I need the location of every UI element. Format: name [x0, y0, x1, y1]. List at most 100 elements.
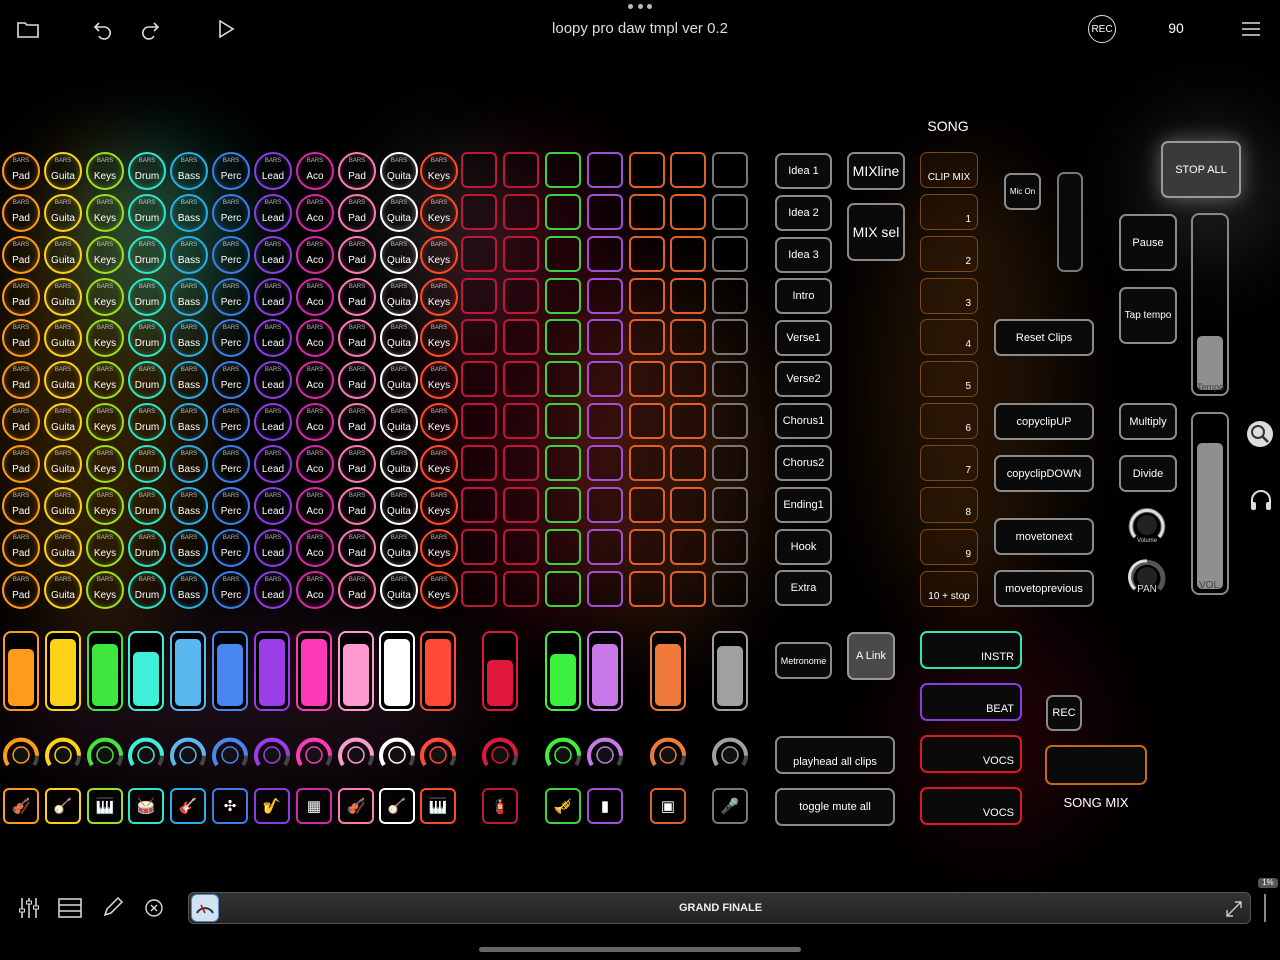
pad-cell[interactable]: BARS Keys [86, 529, 124, 567]
drum-icon[interactable]: 🥁 [128, 788, 164, 824]
clip-cell[interactable] [587, 152, 623, 188]
pad-cell[interactable]: BARS Lead [254, 152, 292, 190]
clip-cell[interactable] [629, 487, 665, 523]
pan-knob[interactable]: PAN [1127, 557, 1167, 597]
pad-cell[interactable]: BARS Lead [254, 361, 292, 399]
expand-icon[interactable] [1225, 900, 1243, 918]
clip-cell[interactable] [670, 278, 706, 314]
piano-icon[interactable]: 🎹 [87, 788, 123, 824]
pad-cell[interactable]: BARS Lead [254, 278, 292, 316]
song-part-button[interactable]: Idea 2 [775, 195, 832, 231]
song-part-button[interactable]: Hook [775, 529, 832, 565]
clip-cell[interactable] [503, 361, 539, 397]
pad-cell[interactable]: BARS Pad [338, 445, 376, 483]
pad-cell[interactable]: BARS Bass [170, 361, 208, 399]
clip-cell[interactable] [461, 194, 497, 230]
pad-cell[interactable]: BARS Quita [380, 403, 418, 441]
track-knob[interactable] [377, 734, 417, 774]
clip-cell[interactable] [545, 361, 581, 397]
pad-cell[interactable]: BARS Bass [170, 194, 208, 232]
pad-cell[interactable]: BARS Perc [212, 152, 250, 190]
trumpet-icon[interactable]: 🎺 [545, 788, 581, 824]
pad-cell[interactable]: BARS Keys [420, 487, 458, 525]
pad-cell[interactable]: BARS Guita [44, 445, 82, 483]
pad-cell[interactable]: BARS Quita [380, 319, 418, 357]
pad-cell[interactable]: BARS Pad [338, 319, 376, 357]
tempo-slider[interactable]: Tempo [1191, 213, 1229, 396]
track-fader[interactable] [338, 631, 374, 711]
pad-cell[interactable]: BARS Quita [380, 445, 418, 483]
pad-cell[interactable]: BARS Guita [44, 487, 82, 525]
pad-cell[interactable]: BARS Drum [128, 194, 166, 232]
clip-cell[interactable] [503, 487, 539, 523]
mixer-icon[interactable] [17, 896, 41, 920]
reset-clips-button[interactable]: Reset Clips [994, 319, 1094, 356]
track-knob[interactable] [543, 734, 583, 774]
pad-cell[interactable]: BARS Guita [44, 571, 82, 609]
copyclip-down-button[interactable]: copyclipDOWN [994, 455, 1094, 492]
clip-cell[interactable] [629, 529, 665, 565]
instr-button[interactable]: INSTR [920, 631, 1022, 669]
clip-cell[interactable] [461, 236, 497, 272]
pad-cell[interactable]: BARS Pad [338, 529, 376, 567]
pad-cell[interactable]: BARS Drum [128, 571, 166, 609]
clip-cell[interactable] [712, 487, 748, 523]
song-slot[interactable]: 6 [920, 403, 978, 439]
clip-cell[interactable] [629, 319, 665, 355]
pad-cell[interactable]: BARS Pad [338, 571, 376, 609]
track-knob[interactable] [126, 734, 166, 774]
pad-cell[interactable]: BARS Pad [2, 361, 40, 399]
pad-cell[interactable]: BARS Lead [254, 194, 292, 232]
clip-cell[interactable] [503, 278, 539, 314]
clip-cell[interactable] [545, 236, 581, 272]
track-fader[interactable] [379, 631, 415, 711]
toggle-mute-all-button[interactable]: toggle mute all [775, 788, 895, 826]
pad-cell[interactable]: BARS Aco [296, 529, 334, 567]
pad-cell[interactable]: BARS Guita [44, 236, 82, 274]
track-knob[interactable] [168, 734, 208, 774]
song-part-button[interactable]: Ending1 [775, 487, 832, 523]
search-icon[interactable] [1246, 420, 1274, 448]
close-circle-icon[interactable] [145, 899, 163, 917]
pad-cell[interactable]: BARS Pad [2, 194, 40, 232]
clip-cell[interactable] [629, 152, 665, 188]
copyclip-up-button[interactable]: copyclipUP [994, 403, 1094, 440]
pad-cell[interactable]: BARS Bass [170, 403, 208, 441]
clip-cell[interactable] [712, 152, 748, 188]
clip-cell[interactable] [670, 529, 706, 565]
clip-cell[interactable] [670, 361, 706, 397]
pad-cell[interactable]: BARS Keys [420, 445, 458, 483]
banjo-icon[interactable]: 🪕 [379, 788, 415, 824]
song-part-button[interactable]: Idea 1 [775, 153, 832, 189]
clip-cell[interactable] [545, 152, 581, 188]
pad-cell[interactable]: BARS Pad [2, 445, 40, 483]
song-part-button[interactable]: Verse2 [775, 361, 832, 397]
piano-icon[interactable]: 🎹 [420, 788, 456, 824]
pad-cell[interactable]: BARS Perc [212, 278, 250, 316]
clip-cell[interactable] [587, 194, 623, 230]
pad-cell[interactable]: BARS Quita [380, 152, 418, 190]
pad-cell[interactable]: BARS Drum [128, 529, 166, 567]
song-slot[interactable]: 5 [920, 361, 978, 397]
song-slot[interactable]: 1 [920, 194, 978, 230]
clip-cell[interactable] [712, 194, 748, 230]
pad-cell[interactable]: BARS Drum [128, 236, 166, 274]
pencil-icon[interactable] [102, 896, 124, 918]
clip-cell[interactable] [503, 194, 539, 230]
pad-cell[interactable]: BARS Keys [420, 278, 458, 316]
clip-cell[interactable] [712, 236, 748, 272]
song-slot[interactable]: 7 [920, 445, 978, 481]
track-knob[interactable] [43, 734, 83, 774]
song-part-button[interactable]: Intro [775, 278, 832, 314]
pad-cell[interactable]: BARS Keys [86, 278, 124, 316]
mixline-button[interactable]: MIXline [847, 152, 905, 190]
clip-cell[interactable] [461, 278, 497, 314]
track-fader[interactable] [254, 631, 290, 711]
preset-bar[interactable]: GRAND FINALE [188, 892, 1251, 924]
more-icon[interactable] [628, 4, 652, 12]
mic-on-button[interactable]: Mic On [1004, 173, 1041, 210]
movetonext-button[interactable]: movetonext [994, 518, 1094, 555]
pad-cell[interactable]: BARS Lead [254, 319, 292, 357]
pad-cell[interactable]: BARS Quita [380, 529, 418, 567]
track-fader[interactable] [212, 631, 248, 711]
